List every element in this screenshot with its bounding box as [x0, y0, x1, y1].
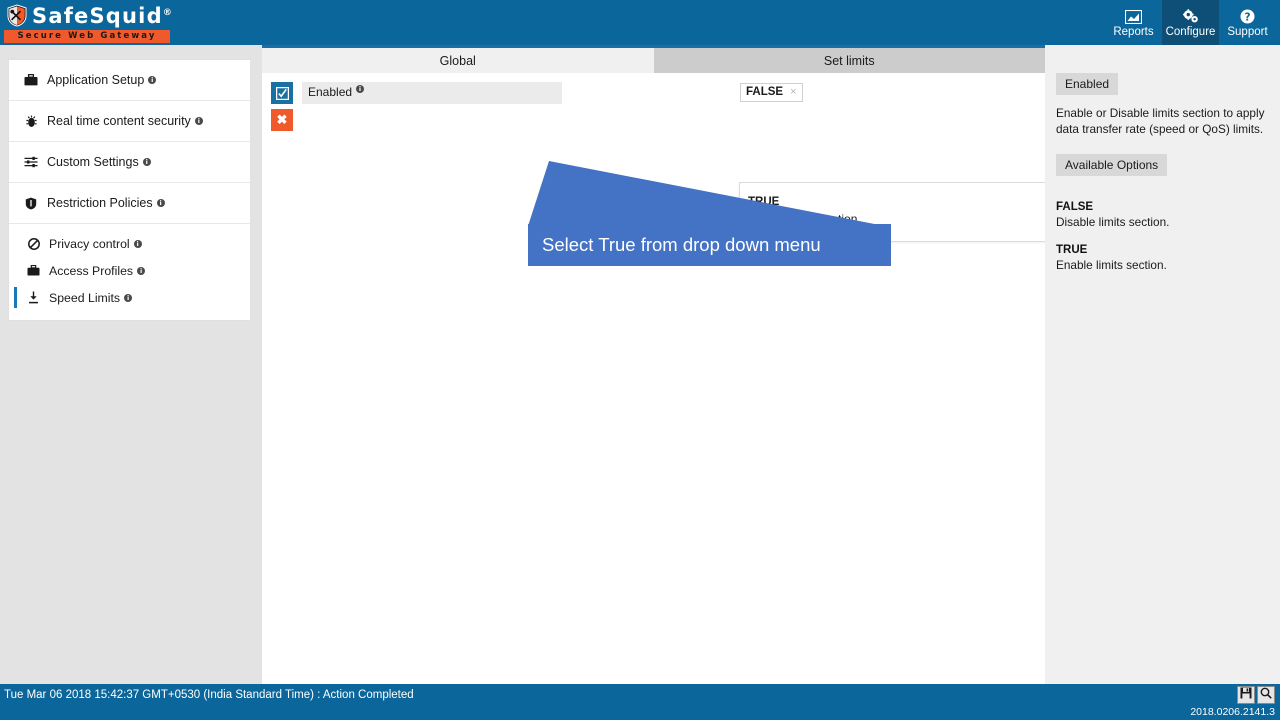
callout-text: Select True from drop down menu: [542, 234, 821, 255]
tab-set-limits[interactable]: Set limits: [653, 48, 1045, 73]
sidebar-label-application-setup: Application Setup: [47, 73, 145, 87]
sidebar-group-1: Application Setup i: [9, 60, 252, 101]
sidebar-item-application-setup[interactable]: Application Setup i: [9, 60, 252, 100]
enabled-value-select[interactable]: FALSE ×: [740, 82, 960, 102]
help-option-name-false: FALSE: [1056, 201, 1094, 213]
safesquid-logo[interactable]: SafeSquid® Secure Web Gateway: [4, 1, 172, 45]
help-option-false: FALSE Disable limits section.: [1056, 200, 1266, 230]
logo-row: SafeSquid®: [4, 1, 172, 29]
primary-nav: Reports Configure ? Support: [1105, 0, 1276, 45]
info-icon[interactable]: i: [156, 199, 165, 207]
info-icon[interactable]: i: [148, 76, 157, 84]
shield-icon: [23, 197, 39, 210]
sidebar-item-access-profiles[interactable]: Access Profiles i: [9, 257, 252, 284]
save-icon: [1240, 686, 1252, 704]
help-title-badge: Enabled: [1056, 73, 1119, 95]
version-label: 2018.0206.2141.3: [1190, 706, 1275, 718]
callout-annotation: Select True from drop down menu: [528, 224, 891, 266]
tag-label: FALSE: [746, 86, 784, 98]
help-options-badge: Available Options: [1056, 154, 1168, 176]
status-footer: Tue Mar 06 2018 15:42:37 GMT+0530 (India…: [0, 684, 1280, 720]
help-option-desc-false: Disable limits section.: [1056, 215, 1170, 229]
info-icon[interactable]: i: [194, 117, 203, 125]
info-icon[interactable]: i: [124, 293, 133, 302]
delete-row-button[interactable]: ✖: [271, 109, 293, 131]
sidebar-label-real-time-content-security: Real time content security: [47, 114, 191, 128]
sidebar-label-privacy-control: Privacy control: [49, 236, 130, 251]
help-option-true: TRUE Enable limits section.: [1056, 243, 1266, 273]
svg-text:?: ?: [1244, 11, 1250, 23]
reports-chart-icon: [1125, 7, 1142, 24]
content-left-gutter: [250, 45, 262, 685]
selected-tag-false[interactable]: FALSE ×: [740, 82, 803, 102]
info-icon[interactable]: i: [137, 266, 146, 275]
sidebar-label-access-profiles: Access Profiles: [49, 263, 134, 278]
info-icon[interactable]: i: [356, 85, 365, 93]
sidebar-group-2: Real time content security i: [9, 101, 252, 142]
footer-tool-buttons: [1237, 686, 1275, 704]
logo-tagline: Secure Web Gateway: [4, 30, 170, 43]
speed-gauge-icon: [27, 291, 40, 304]
nav-item-configure[interactable]: Configure: [1162, 0, 1219, 45]
toggle-checkbox-button[interactable]: [271, 82, 293, 104]
info-icon[interactable]: i: [142, 158, 151, 166]
sidebar-group-3: Custom Settings i: [9, 142, 252, 183]
sidebar-item-custom-settings[interactable]: Custom Settings i: [9, 142, 252, 182]
sidebar-label-restriction-policies: Restriction Policies: [47, 196, 153, 210]
field-label-text: Enabled: [308, 85, 353, 99]
sidebar-item-speed-limits[interactable]: Speed Limits i: [9, 284, 252, 311]
sidebar-label-speed-limits: Speed Limits: [49, 290, 121, 305]
tab-label-global: Global: [439, 53, 476, 68]
sidebar-item-real-time-content-security[interactable]: Real time content security i: [9, 101, 252, 141]
nav-item-reports[interactable]: Reports: [1105, 0, 1162, 45]
tab-label-set-limits: Set limits: [823, 53, 875, 68]
nav-item-support[interactable]: ? Support: [1219, 0, 1276, 45]
nav-label-support: Support: [1227, 26, 1268, 38]
ban-circle-icon: [27, 237, 40, 250]
sidebar-group-4: Restriction Policies i: [9, 183, 252, 224]
row-action-buttons: ✖: [271, 82, 293, 131]
sidebar-item-privacy-control[interactable]: Privacy control i: [9, 230, 252, 257]
bug-shield-icon: [23, 115, 39, 128]
nav-label-reports: Reports: [1113, 26, 1154, 38]
close-icon: ✖: [276, 112, 288, 127]
content-tabs: Global Set limits: [262, 45, 1045, 73]
gears-icon: [1182, 7, 1200, 24]
question-circle-icon: ?: [1240, 7, 1255, 24]
help-panel: Enabled Enable or Disable limits section…: [1045, 45, 1280, 685]
form-row-enabled: ✖ Enabled i FALSE ×: [262, 73, 1045, 133]
field-label-enabled: Enabled i: [302, 82, 562, 104]
help-option-desc-true: Enable limits section.: [1056, 258, 1167, 272]
tab-global[interactable]: Global: [262, 48, 654, 73]
info-icon[interactable]: i: [133, 239, 142, 248]
sidebar-menu: Application Setup i Real time content se…: [8, 59, 253, 321]
help-option-name-true: TRUE: [1056, 244, 1088, 256]
search-icon: [1260, 686, 1272, 704]
nav-label-configure: Configure: [1165, 26, 1216, 38]
save-button[interactable]: [1237, 686, 1255, 704]
status-message: Tue Mar 06 2018 15:42:37 GMT+0530 (India…: [4, 689, 414, 701]
briefcase-icon: [27, 265, 40, 276]
sliders-icon: [23, 156, 39, 168]
top-header: SafeSquid® Secure Web Gateway Reports Co…: [0, 0, 1280, 45]
shield-logo-icon: [6, 3, 28, 27]
sidebar-item-restriction-policies[interactable]: Restriction Policies i: [9, 183, 252, 223]
registered-mark: ®: [162, 8, 172, 18]
sidebar-label-custom-settings: Custom Settings: [47, 155, 139, 169]
search-button[interactable]: [1257, 686, 1275, 704]
help-description: Enable or Disable limits section to appl…: [1056, 106, 1265, 136]
logo-wordmark: SafeSquid®: [32, 4, 172, 28]
application-window: SafeSquid® Secure Web Gateway Reports Co…: [0, 0, 1280, 720]
sidebar-group-5: Privacy control i Access Profiles i Spee…: [9, 224, 252, 320]
tag-remove-icon[interactable]: ×: [790, 86, 796, 98]
briefcase-icon: [23, 74, 39, 86]
